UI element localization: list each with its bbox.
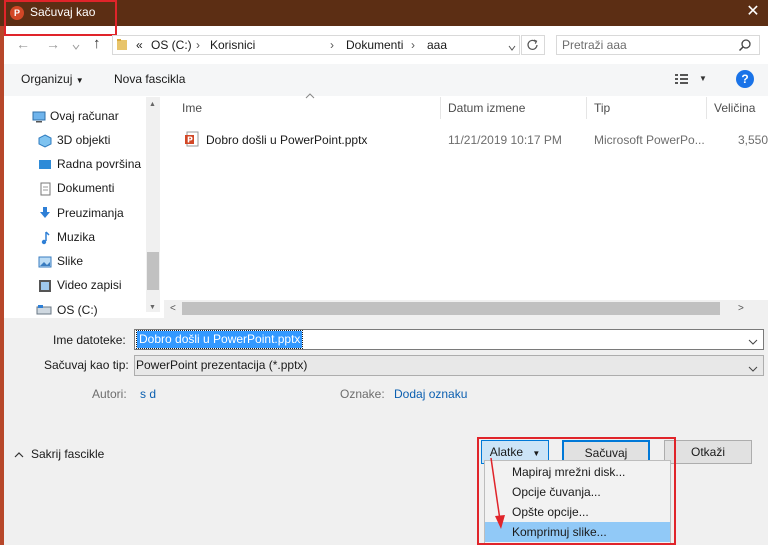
folder-icon xyxy=(116,38,128,51)
nav-item-os-drive[interactable]: OS (C:) xyxy=(57,300,98,320)
filename-dropdown-chevron-icon[interactable] xyxy=(748,335,758,345)
file-date: 11/21/2019 10:17 PM xyxy=(448,133,562,147)
organize-button[interactable]: Organizuj ▼ xyxy=(21,72,84,86)
scroll-up-icon[interactable]: ▲ xyxy=(149,101,156,108)
computer-icon xyxy=(32,111,46,123)
tags-value[interactable]: Dodaj oznaku xyxy=(394,387,467,401)
filename-value[interactable]: Dobro došli u PowerPoint.pptx xyxy=(135,330,304,349)
breadcrumb-separator[interactable]: › xyxy=(196,38,200,52)
menu-item-save-options[interactable]: Opcije čuvanja... xyxy=(485,482,670,502)
menu-item-general-options[interactable]: Opšte opcije... xyxy=(485,502,670,522)
drive-icon xyxy=(36,304,52,318)
column-header-name[interactable]: Ime xyxy=(182,101,202,115)
hide-folders-button[interactable]: Sakrij fascikle xyxy=(31,447,104,461)
close-icon[interactable]: ✕ xyxy=(744,2,762,22)
save-type-label: Sačuvaj kao tip: xyxy=(44,358,129,372)
save-type-chevron-icon[interactable] xyxy=(748,362,758,372)
file-size: 3,550 xyxy=(738,133,768,147)
column-header-type[interactable]: Tip xyxy=(594,101,610,115)
music-icon xyxy=(38,231,54,245)
nav-item-pictures[interactable]: Slike xyxy=(57,251,83,271)
path-prefix[interactable]: « xyxy=(136,38,143,52)
up-arrow-icon[interactable]: ↑ xyxy=(93,35,101,52)
svg-text:P: P xyxy=(187,136,193,145)
tools-chevron-down-icon: ▼ xyxy=(532,449,541,458)
nav-item-this-pc[interactable]: Ovaj računar xyxy=(50,106,119,126)
refresh-icon[interactable] xyxy=(521,35,545,55)
nav-item-documents[interactable]: Dokumenti xyxy=(57,178,114,198)
cube-icon xyxy=(38,134,54,148)
column-header-size[interactable]: Veličina xyxy=(714,101,755,115)
recent-locations-chevron-icon[interactable] xyxy=(72,40,80,50)
view-options-icon[interactable] xyxy=(674,72,690,86)
menu-item-compress-pictures[interactable]: Komprimuj slike... xyxy=(485,522,670,542)
forward-arrow-icon[interactable]: → xyxy=(46,36,60,52)
breadcrumb-aaa[interactable]: aaa xyxy=(427,38,447,52)
nav-item-downloads[interactable]: Preuzimanja xyxy=(57,203,124,223)
nav-item-desktop[interactable]: Radna površina xyxy=(57,154,141,174)
menu-item-map-network-drive[interactable]: Mapiraj mrežni disk... xyxy=(485,462,670,482)
title-highlight-box xyxy=(4,0,117,36)
organize-label: Organizuj xyxy=(21,72,73,86)
search-icon[interactable] xyxy=(738,38,752,52)
annotation-arrow xyxy=(490,457,505,529)
document-icon xyxy=(38,182,54,196)
chevron-down-icon: ▼ xyxy=(75,76,84,85)
view-dropdown-chevron-icon[interactable]: ▼ xyxy=(699,74,707,83)
pptx-file-icon: P xyxy=(185,131,199,147)
column-header-date[interactable]: Datum izmene xyxy=(448,101,525,115)
tags-label: Oznake: xyxy=(340,387,385,401)
breadcrumb-separator[interactable]: › xyxy=(411,38,415,52)
column-divider xyxy=(706,97,707,119)
address-dropdown-chevron-icon[interactable] xyxy=(508,41,516,51)
file-type: Microsoft PowerPo... xyxy=(594,133,705,147)
breadcrumb-korisnici[interactable]: Korisnici xyxy=(210,38,255,52)
new-folder-button[interactable]: Nova fascikla xyxy=(114,72,185,86)
download-icon xyxy=(38,206,54,220)
horizontal-scroll-thumb[interactable] xyxy=(182,302,720,315)
chevron-up-icon[interactable] xyxy=(14,448,24,458)
help-icon[interactable]: ? xyxy=(736,70,754,88)
breadcrumb-separator[interactable]: › xyxy=(330,38,334,52)
sort-indicator-icon xyxy=(305,92,315,101)
authors-label: Autori: xyxy=(92,387,127,401)
column-divider xyxy=(440,97,441,119)
scroll-right-icon[interactable]: > xyxy=(738,303,744,314)
file-name[interactable]: Dobro došli u PowerPoint.pptx xyxy=(206,133,367,147)
search-placeholder: Pretraži aaa xyxy=(562,38,627,52)
nav-item-3d-objects[interactable]: 3D objekti xyxy=(57,130,110,150)
column-divider xyxy=(586,97,587,119)
breadcrumb-dokumenti[interactable]: Dokumenti xyxy=(346,38,403,52)
nav-scroll-thumb[interactable] xyxy=(147,252,159,290)
back-arrow-icon[interactable]: ← xyxy=(16,36,30,52)
scroll-down-icon[interactable]: ▼ xyxy=(149,304,156,311)
breadcrumb-os[interactable]: OS (C:) xyxy=(151,38,192,52)
desktop-icon xyxy=(38,158,54,172)
nav-item-videos[interactable]: Video zapisi xyxy=(57,275,122,295)
video-icon xyxy=(38,279,54,293)
scroll-left-icon[interactable]: < xyxy=(170,303,176,314)
filename-label: Ime datoteke: xyxy=(53,333,126,347)
authors-value[interactable]: s d xyxy=(140,387,156,401)
nav-item-music[interactable]: Muzika xyxy=(57,227,95,247)
save-type-value: PowerPoint prezentacija (*.pptx) xyxy=(136,358,308,372)
picture-icon xyxy=(38,255,54,269)
cancel-button[interactable]: Otkaži xyxy=(664,440,752,464)
